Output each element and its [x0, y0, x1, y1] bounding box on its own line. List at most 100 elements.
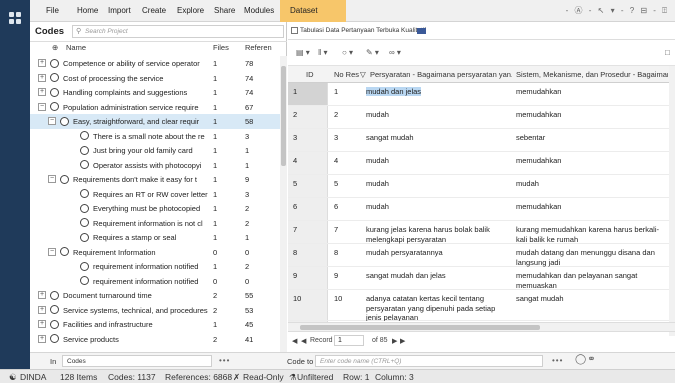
code-row[interactable]: + Document turnaround time 2 55: [30, 288, 280, 303]
persyaratan-cell[interactable]: mudah: [366, 179, 508, 198]
code-to-more-button[interactable]: •••: [552, 356, 563, 365]
layout-icon[interactable]: ▤ ▾: [296, 48, 310, 57]
sort-icon[interactable]: ▽: [360, 70, 366, 79]
row-id-cell[interactable]: 1: [288, 83, 328, 105]
expand-icon[interactable]: +: [38, 320, 46, 328]
code-row[interactable]: requirement information notified 0 0: [30, 274, 280, 289]
code-row[interactable]: Just bring your old family card 1 1: [30, 143, 280, 158]
persyaratan-cell[interactable]: kurang jelas karena harus bolak balik me…: [366, 225, 508, 244]
col-name-header[interactable]: Name: [66, 43, 86, 56]
sistem-cell[interactable]: sangat mudah: [516, 294, 668, 321]
nores-cell[interactable]: 4: [334, 156, 338, 166]
code-row[interactable]: − Easy, straightforward, and clear requir…: [30, 114, 280, 129]
codes-scrollbar[interactable]: [280, 56, 287, 352]
prev-record-button[interactable]: ◀: [301, 337, 306, 345]
menu-modules[interactable]: Modules: [244, 6, 274, 15]
dataset-row[interactable]: 6 6 mudah memudahkan: [288, 198, 675, 221]
expand-icon[interactable]: +: [38, 305, 46, 314]
nores-cell[interactable]: 7: [334, 225, 338, 235]
code-row[interactable]: + Handling complaints and suggestions 1 74: [30, 85, 280, 100]
add-code-icon[interactable]: ⊕: [52, 43, 58, 56]
code-row[interactable]: − Requirements don't make it easy for t 1 9: [30, 172, 280, 187]
pen-icon[interactable]: ✎ ▾: [366, 48, 379, 57]
record-input[interactable]: 1: [334, 335, 364, 346]
sistem-cell[interactable]: mudah datang dan menunggu disana dan lan…: [516, 248, 668, 267]
dataset-row[interactable]: 10 10 adanya catatan kertas kecil tentang …: [288, 290, 675, 321]
dataset-row[interactable]: 3 3 sangat mudah sebentar: [288, 129, 675, 152]
expand-icon[interactable]: +: [38, 59, 46, 67]
row-id-cell[interactable]: 4: [288, 152, 328, 174]
code-row[interactable]: − Requirement Information 0 0: [30, 245, 280, 260]
nores-cell[interactable]: 8: [334, 248, 338, 258]
row-id-cell[interactable]: 7: [288, 221, 328, 243]
grid-vertical-scrollbar[interactable]: [669, 66, 675, 336]
persyaratan-cell[interactable]: mudah: [366, 156, 508, 175]
persyaratan-cell[interactable]: mudah: [366, 202, 508, 221]
dataset-row[interactable]: 9 9 sangat mudah dan jelas memudahkan dan p…: [288, 267, 675, 290]
expand-icon[interactable]: □: [665, 48, 670, 57]
nores-cell[interactable]: 10: [334, 294, 342, 304]
sistem-cell[interactable]: kurang memudahkan karena harus berkali-k…: [516, 225, 668, 244]
sistem-cell[interactable]: sebentar: [516, 133, 668, 152]
row-id-cell[interactable]: 3: [288, 129, 328, 151]
persyaratan-cell[interactable]: mudah persyaratannya: [366, 248, 508, 267]
code-row[interactable]: Requires an RT or RW cover letter 1 3: [30, 187, 280, 202]
dataset-tab[interactable]: Tabulasi Data Pertanyaan Terbuka Kualita…: [288, 22, 675, 40]
window-controls[interactable]: - Ⓐ - ↖ ▾ - ? ⊟ - ⍐: [566, 5, 669, 16]
menu-share[interactable]: Share: [214, 6, 235, 15]
menu-file[interactable]: File: [46, 6, 59, 15]
expand-icon[interactable]: +: [38, 334, 46, 343]
sistem-cell[interactable]: memudahkan dan pelayanan sangat memuaska…: [516, 271, 668, 290]
grid-horizontal-scrollbar[interactable]: [288, 322, 675, 331]
last-record-button[interactable]: ▶: [400, 337, 405, 345]
code-row[interactable]: Everything must be photocopied 1 2: [30, 201, 280, 216]
menu-home[interactable]: Home: [77, 6, 98, 15]
sistem-cell[interactable]: memudahkan: [516, 110, 668, 129]
menu-dataset-tab[interactable]: Dataset: [280, 0, 346, 22]
highlight-icon[interactable]: ‖ ▾: [318, 48, 328, 57]
persyaratan-cell[interactable]: sangat mudah: [366, 133, 508, 152]
col-id-header[interactable]: ID: [306, 70, 314, 79]
row-id-cell[interactable]: 9: [288, 267, 328, 289]
collapse-icon[interactable]: −: [48, 175, 56, 183]
dataset-row[interactable]: 8 8 mudah persyaratannya mudah datang dan m…: [288, 244, 675, 267]
code-row[interactable]: There is a small note about the re 1 3: [30, 129, 280, 144]
sistem-cell[interactable]: mudah: [516, 179, 668, 198]
nores-cell[interactable]: 1: [334, 87, 338, 97]
next-record-button[interactable]: ▶: [392, 337, 397, 345]
dataset-row[interactable]: 7 7 kurang jelas karena harus bolak balik …: [288, 221, 675, 244]
col-refs-header[interactable]: Referen: [245, 43, 272, 56]
col-persyaratan-header[interactable]: Persyaratan - Bagaimana persyaratan yan.…: [370, 70, 512, 79]
code-to-input[interactable]: Enter code name (CTRL+Q): [315, 355, 543, 367]
persyaratan-cell[interactable]: mudah: [366, 110, 508, 129]
nores-cell[interactable]: 2: [334, 110, 338, 120]
code-row[interactable]: + Competence or ability of service operat…: [30, 56, 280, 71]
nores-cell[interactable]: 9: [334, 271, 338, 281]
expand-icon[interactable]: +: [38, 291, 46, 299]
nores-cell[interactable]: 3: [334, 133, 338, 143]
sistem-cell[interactable]: memudahkan: [516, 202, 668, 221]
collapse-icon[interactable]: −: [48, 117, 56, 125]
expand-icon[interactable]: +: [38, 73, 46, 82]
collapse-icon[interactable]: −: [38, 102, 46, 111]
persyaratan-cell[interactable]: sangat mudah dan jelas: [366, 271, 508, 290]
persyaratan-cell[interactable]: adanya catatan kertas kecil tentang pers…: [366, 294, 508, 321]
sistem-cell[interactable]: memudahkan: [516, 156, 668, 175]
code-row[interactable]: Requires a stamp or seal 1 1: [30, 230, 280, 245]
code-row[interactable]: Requirement information is not cl 1 2: [30, 216, 280, 231]
in-more-button[interactable]: •••: [219, 356, 230, 365]
row-id-cell[interactable]: 8: [288, 244, 328, 266]
col-sistem-header[interactable]: Sistem, Mekanisme, dan Prosedur - Bagaim…: [516, 70, 668, 79]
code-row[interactable]: Operator assists with photocopyi 1 1: [30, 158, 280, 173]
in-select[interactable]: Codes: [62, 355, 212, 367]
apps-grid-icon[interactable]: [9, 12, 21, 24]
menu-explore[interactable]: Explore: [177, 6, 204, 15]
code-icon[interactable]: ◯⚭: [575, 354, 597, 365]
link-icon[interactable]: ∞ ▾: [389, 48, 401, 57]
code-row[interactable]: + Facilities and infrastructure 1 45: [30, 317, 280, 332]
dataset-row[interactable]: 5 5 mudah mudah: [288, 175, 675, 198]
row-id-cell[interactable]: 2: [288, 106, 328, 128]
dataset-row[interactable]: 1 1 mudah dan jelas memudahkan: [288, 83, 675, 106]
code-row[interactable]: − Population administration service requi…: [30, 100, 280, 115]
code-row[interactable]: + Service products 2 41: [30, 332, 280, 347]
